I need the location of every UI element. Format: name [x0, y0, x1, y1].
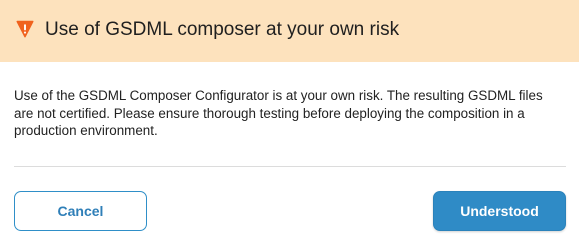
warning-icon: [16, 20, 34, 38]
dialog-header: Use of GSDML composer at your own risk: [0, 0, 579, 62]
dialog-message: Use of the GSDML Composer Configurator i…: [14, 88, 543, 138]
risk-dialog: Use of GSDML composer at your own risk U…: [0, 0, 579, 245]
understood-button[interactable]: Understood: [433, 191, 566, 231]
dialog-title: Use of GSDML composer at your own risk: [45, 18, 400, 40]
divider: [14, 166, 566, 167]
cancel-button[interactable]: Cancel: [14, 191, 147, 231]
